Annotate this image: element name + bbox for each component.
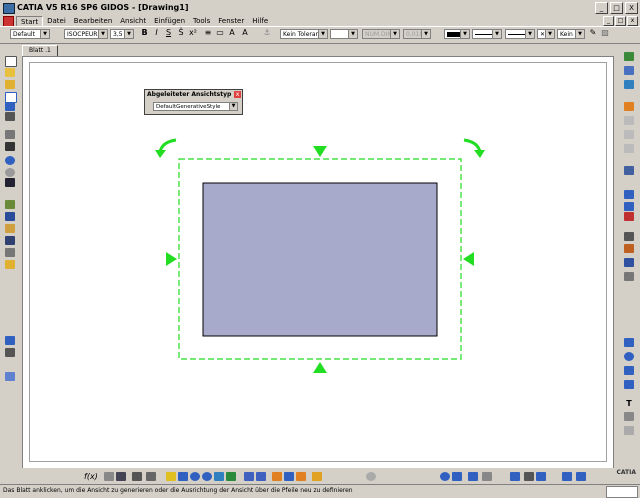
arrow-bottom-icon[interactable]: [313, 362, 327, 373]
tools-icon[interactable]: [132, 472, 142, 481]
front-view-icon[interactable]: [624, 52, 634, 61]
status-bar: Das Blatt anklicken, um die Ansicht zu g…: [0, 484, 640, 498]
line-icon[interactable]: [624, 338, 634, 347]
axis-compass-icon[interactable]: [562, 472, 572, 481]
wizard-view-icon[interactable]: [624, 166, 634, 175]
zoom-in-icon[interactable]: [190, 472, 200, 481]
view-preview: [155, 138, 485, 373]
dimension-icon[interactable]: [624, 190, 634, 199]
axis-icon[interactable]: [624, 244, 634, 253]
dress-up-icon[interactable]: [624, 232, 634, 241]
measure-icon[interactable]: [524, 472, 534, 481]
compass-icon[interactable]: [366, 472, 376, 481]
bottom-toolbar: f(x): [0, 468, 640, 484]
spline-icon[interactable]: [624, 366, 634, 375]
search-icon[interactable]: [440, 472, 450, 481]
normal-view-icon[interactable]: [214, 472, 224, 481]
dialog-close-button[interactable]: x: [234, 91, 241, 98]
render-icon[interactable]: [482, 472, 492, 481]
text-icon[interactable]: T: [624, 398, 634, 409]
color-icon[interactable]: [272, 472, 282, 481]
breakout-icon[interactable]: [624, 144, 634, 153]
arrow-left-icon[interactable]: [166, 252, 177, 266]
check-icon[interactable]: [536, 472, 546, 481]
swap-space-icon[interactable]: [312, 472, 322, 481]
symbol-icon[interactable]: [624, 412, 634, 421]
rotate-left-icon[interactable]: [155, 138, 177, 158]
swap-icon[interactable]: [226, 472, 236, 481]
zoom-area-icon[interactable]: [452, 472, 462, 481]
view-style-value: DefaultGenerativeStyle: [156, 104, 221, 110]
arrow-icon[interactable]: [510, 472, 520, 481]
projection-icon[interactable]: [624, 66, 634, 75]
pan-icon[interactable]: [178, 472, 188, 481]
dialog-title: Abgeleiteter Ansichtstyp: [146, 91, 241, 99]
view-mode-icon[interactable]: [576, 472, 586, 481]
thread-icon[interactable]: [624, 258, 634, 267]
hide-icon[interactable]: [296, 472, 306, 481]
view-preview-rectangle[interactable]: [202, 182, 438, 337]
area-fill-icon[interactable]: [624, 272, 634, 281]
profile-icon[interactable]: [624, 380, 634, 389]
section-icon[interactable]: [624, 80, 634, 89]
tolerance-icon[interactable]: [624, 212, 634, 221]
layer-icon[interactable]: [256, 472, 266, 481]
macro-icon[interactable]: [116, 472, 126, 481]
catia-logo: CATIA: [616, 469, 636, 476]
view-style-select[interactable]: DefaultGenerativeStyle ▼: [153, 102, 238, 111]
analyze-icon[interactable]: [104, 472, 114, 481]
right-toolbar: T: [616, 44, 640, 464]
options-icon[interactable]: [146, 472, 156, 481]
detail-view-icon[interactable]: [624, 102, 634, 111]
circle-icon[interactable]: [624, 352, 634, 361]
broken-view-icon[interactable]: [624, 130, 634, 139]
rotate-right-icon[interactable]: [463, 138, 485, 158]
3d-icon[interactable]: [468, 472, 478, 481]
arrow-top-icon[interactable]: [313, 146, 327, 157]
arrow-right-icon[interactable]: [463, 252, 474, 266]
chevron-down-icon: ▼: [229, 103, 237, 110]
clipping-icon[interactable]: [624, 116, 634, 125]
derived-view-type-dialog: Abgeleiteter Ansichtstyp x DefaultGenera…: [144, 89, 243, 115]
grid-icon[interactable]: [244, 472, 254, 481]
command-input[interactable]: [606, 486, 638, 498]
fit-all-icon[interactable]: [166, 472, 176, 481]
zoom-out-icon[interactable]: [202, 472, 212, 481]
table-insert-icon[interactable]: [624, 426, 634, 435]
fx-icon[interactable]: f(x): [84, 471, 98, 482]
status-message: Das Blatt anklicken, um die Ansicht zu g…: [3, 487, 353, 494]
chain-dimension-icon[interactable]: [624, 202, 634, 211]
isolate-icon[interactable]: [284, 472, 294, 481]
